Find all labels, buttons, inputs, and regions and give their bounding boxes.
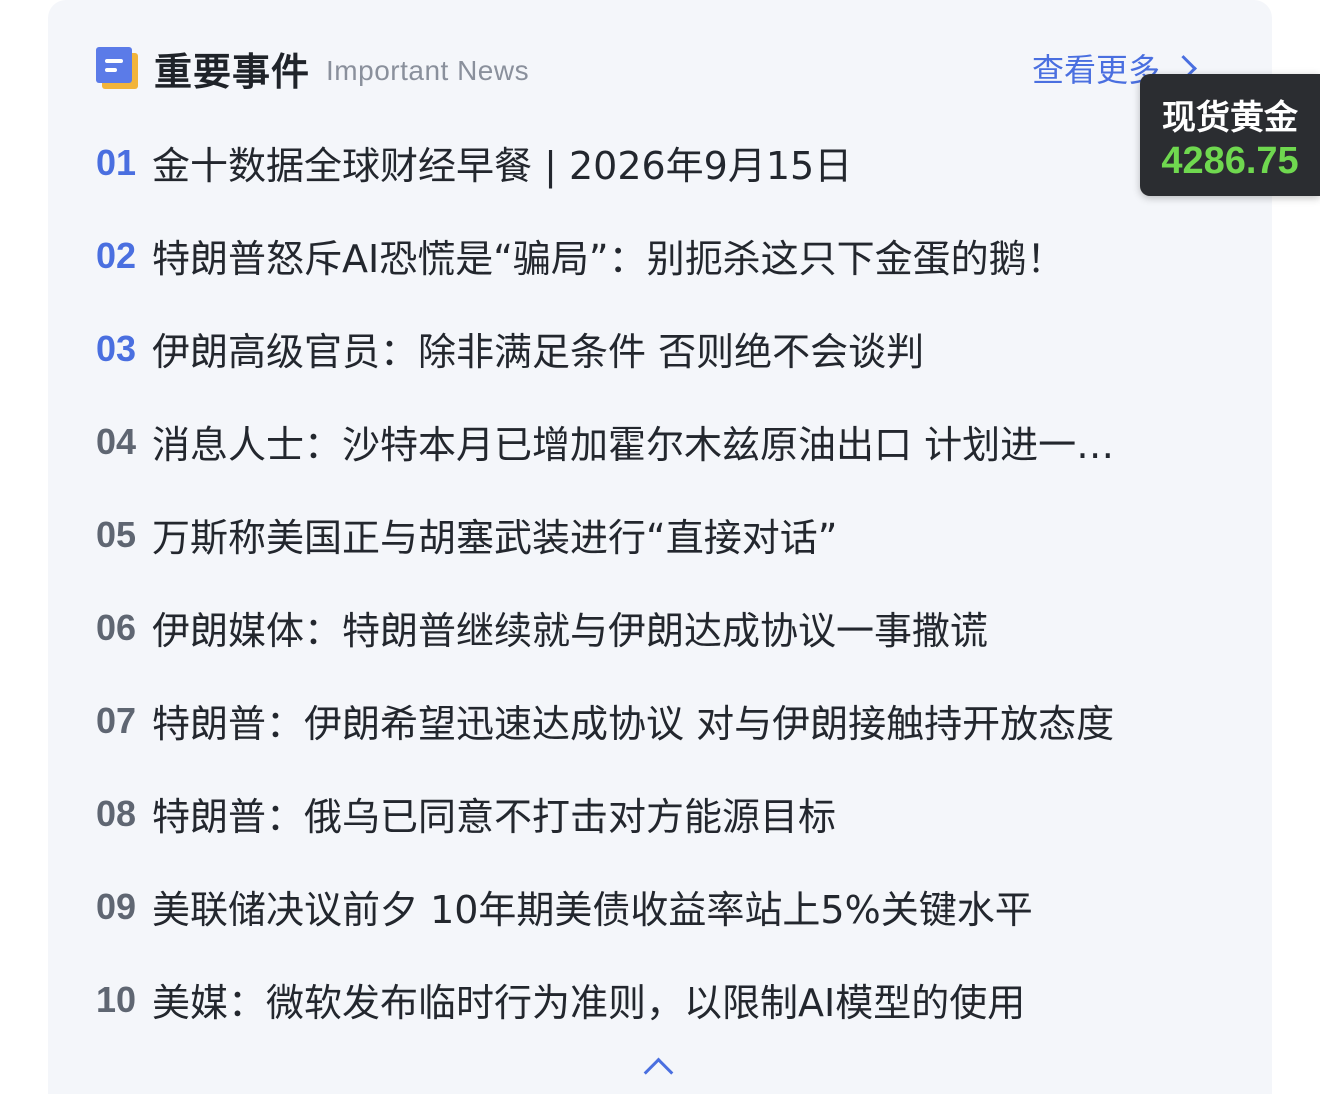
news-item[interactable]: 05 万斯称美国正与胡塞武装进行“直接对话” <box>96 488 1216 581</box>
spot-gold-price: 4286.75 <box>1161 140 1299 182</box>
news-headline: 美联储决议前夕 10年期美债收益率站上5%关键水平 <box>152 888 1033 932</box>
news-item[interactable]: 08 特朗普：俄乌已同意不打击对方能源目标 <box>96 767 1216 860</box>
spot-gold-widget[interactable]: 现货黄金 4286.75 <box>1140 74 1320 196</box>
section-title: 重要事件 <box>154 49 311 94</box>
news-item[interactable]: 07 特朗普：伊朗希望迅速达成协议 对与伊朗接触持开放态度 <box>96 674 1216 767</box>
news-headline: 特朗普：俄乌已同意不打击对方能源目标 <box>152 795 837 839</box>
news-rank: 04 <box>96 420 137 462</box>
news-headline: 美媒：微软发布临时行为准则，以限制AI模型的使用 <box>152 981 1026 1025</box>
news-rank: 10 <box>96 978 137 1020</box>
section-subtitle: Important News <box>326 55 530 86</box>
spot-gold-label: 现货黄金 <box>1162 98 1298 138</box>
news-rank: 06 <box>96 606 137 648</box>
news-document-icon <box>96 47 138 89</box>
news-item[interactable]: 02 特朗普怒斥AI恐慌是“骗局”：别扼杀这只下金蛋的鹅！ <box>96 209 1216 302</box>
news-rank: 05 <box>96 513 137 555</box>
news-headline: 金十数据全球财经早餐 | 2026年9月15日 <box>152 144 853 188</box>
news-headline: 消息人士：沙特本月已增加霍尔木兹原油出口 计划进一… <box>152 423 1115 467</box>
news-rank: 01 <box>96 141 137 183</box>
news-rank: 07 <box>96 699 137 741</box>
news-item[interactable]: 01 金十数据全球财经早餐 | 2026年9月15日 <box>96 116 1216 209</box>
news-headline: 特朗普：伊朗希望迅速达成协议 对与伊朗接触持开放态度 <box>152 702 1115 746</box>
news-rank: 03 <box>96 327 137 369</box>
news-headline: 万斯称美国正与胡塞武装进行“直接对话” <box>152 516 838 560</box>
news-item[interactable]: 06 伊朗媒体：特朗普继续就与伊朗达成协议一事撒谎 <box>96 581 1216 674</box>
news-item[interactable]: 04 消息人士：沙特本月已增加霍尔木兹原油出口 计划进一… <box>96 395 1216 488</box>
section-header: 重要事件 Important News <box>96 40 529 96</box>
news-item[interactable]: 03 伊朗高级官员：除非满足条件 否则绝不会谈判 <box>96 302 1216 395</box>
news-headline: 伊朗高级官员：除非满足条件 否则绝不会谈判 <box>152 330 925 374</box>
news-list: 01 金十数据全球财经早餐 | 2026年9月15日 02 特朗普怒斥AI恐慌是… <box>96 116 1216 1046</box>
news-item[interactable]: 09 美联储决议前夕 10年期美债收益率站上5%关键水平 <box>96 860 1216 953</box>
news-headline: 伊朗媒体：特朗普继续就与伊朗达成协议一事撒谎 <box>152 609 989 653</box>
news-rank: 02 <box>96 234 137 276</box>
news-headline: 特朗普怒斥AI恐慌是“骗局”：别扼杀这只下金蛋的鹅！ <box>152 237 1065 281</box>
news-item[interactable]: 10 美媒：微软发布临时行为准则，以限制AI模型的使用 <box>96 953 1216 1046</box>
news-rank: 08 <box>96 792 137 834</box>
news-rank: 09 <box>96 885 137 927</box>
